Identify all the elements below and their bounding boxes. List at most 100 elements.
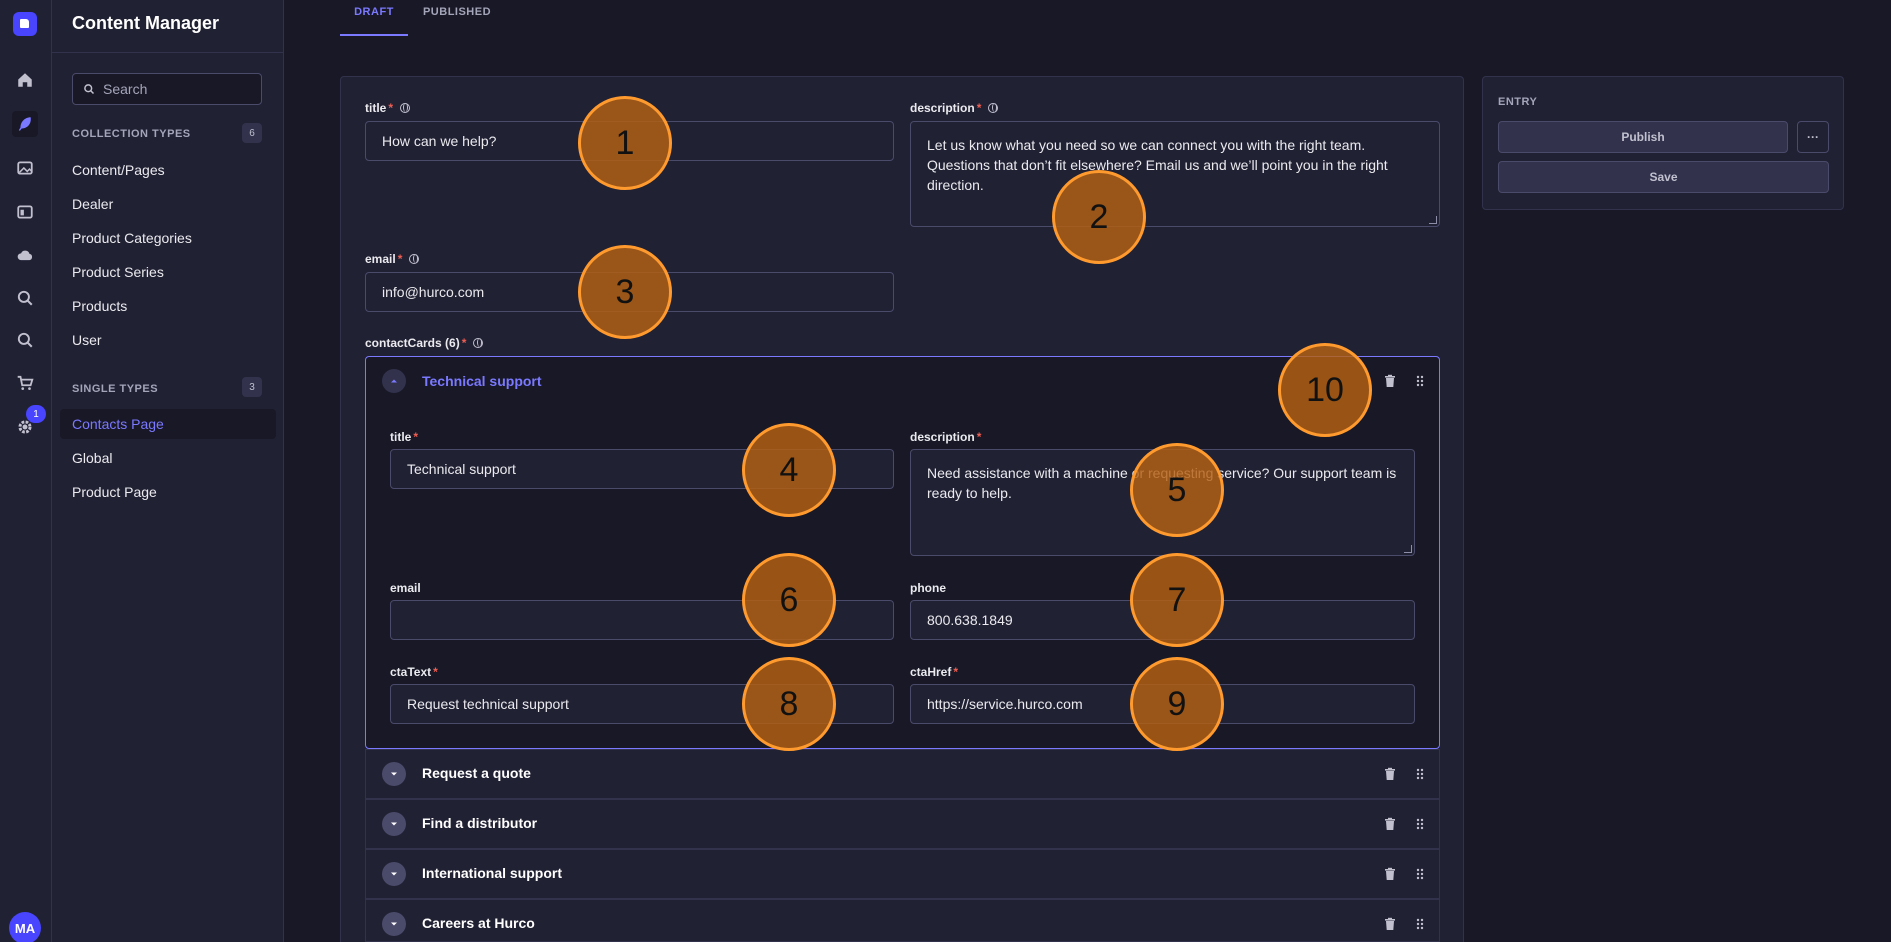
chevron-down-icon bbox=[391, 922, 397, 926]
sidebar-item-content-pages[interactable]: Content/Pages bbox=[60, 155, 276, 185]
card-phone-label: phone bbox=[910, 581, 946, 595]
required-mark: * bbox=[433, 665, 438, 679]
sidebar-item-dealer[interactable]: Dealer bbox=[60, 189, 276, 219]
sidebar-search[interactable] bbox=[72, 73, 262, 105]
sidebar-item-products[interactable]: Products bbox=[60, 291, 276, 321]
collection-types-count: 6 bbox=[242, 123, 262, 143]
globe-icon bbox=[400, 103, 411, 113]
description-label: description * bbox=[910, 101, 999, 115]
annotation-marker: 3 bbox=[578, 245, 672, 339]
card-cta-text-label: ctaText * bbox=[390, 665, 438, 679]
required-mark: * bbox=[397, 252, 403, 266]
annotation-marker: 1 bbox=[578, 96, 672, 190]
chevron-up-icon bbox=[391, 379, 397, 383]
drag-handle-icon[interactable] bbox=[1413, 374, 1427, 388]
globe-icon bbox=[409, 254, 420, 264]
expand-button[interactable] bbox=[382, 862, 406, 886]
settings-notification-badge: 1 bbox=[26, 405, 46, 423]
card-header-title[interactable]: International support bbox=[422, 865, 562, 881]
entry-panel: ENTRY Publish ··· Save bbox=[1482, 76, 1844, 210]
publish-button[interactable]: Publish bbox=[1498, 121, 1788, 153]
images-icon[interactable] bbox=[12, 155, 38, 181]
title-label: title * bbox=[365, 101, 411, 115]
required-mark: * bbox=[388, 101, 394, 115]
card-email-label: email bbox=[390, 581, 421, 595]
tab-published[interactable]: PUBLISHED bbox=[412, 0, 502, 36]
contact-card-collapsed[interactable]: Find a distributor bbox=[365, 799, 1440, 849]
cart-icon[interactable] bbox=[12, 370, 38, 396]
home-icon[interactable] bbox=[12, 67, 38, 93]
annotation-marker: 7 bbox=[1130, 553, 1224, 647]
search-icon[interactable] bbox=[12, 327, 38, 353]
card-cta-text-label-text: ctaText bbox=[390, 665, 432, 679]
email-label-text: email bbox=[365, 252, 396, 266]
annotation-marker: 8 bbox=[742, 657, 836, 751]
card-title-label-text: title bbox=[390, 430, 412, 444]
sidebar-search-input[interactable] bbox=[103, 81, 253, 97]
expand-button[interactable] bbox=[382, 912, 406, 936]
chevron-down-icon bbox=[391, 822, 397, 826]
drag-handle-icon[interactable] bbox=[1413, 867, 1427, 881]
contact-card-collapsed[interactable]: International support bbox=[365, 849, 1440, 899]
card-header-title[interactable]: Technical support bbox=[422, 373, 542, 389]
cloud-icon[interactable] bbox=[12, 242, 38, 268]
card-title-label: title * bbox=[390, 430, 418, 444]
expand-button[interactable] bbox=[382, 762, 406, 786]
trash-icon[interactable] bbox=[1383, 917, 1397, 931]
more-actions-button[interactable]: ··· bbox=[1797, 121, 1829, 153]
sidebar-item-user[interactable]: User bbox=[60, 325, 276, 355]
sidebar-divider bbox=[52, 52, 284, 53]
annotation-marker: 2 bbox=[1052, 170, 1146, 264]
sidebar-item-global[interactable]: Global bbox=[60, 443, 276, 473]
expand-button[interactable] bbox=[382, 812, 406, 836]
chevron-down-icon bbox=[391, 772, 397, 776]
drag-handle-icon[interactable] bbox=[1413, 917, 1427, 931]
trash-icon[interactable] bbox=[1383, 374, 1397, 388]
drag-handle-icon[interactable] bbox=[1413, 817, 1427, 831]
globe-icon bbox=[988, 103, 999, 113]
chevron-down-icon bbox=[391, 872, 397, 876]
resize-handle[interactable] bbox=[1404, 545, 1412, 553]
required-mark: * bbox=[953, 665, 959, 679]
collection-types-heading: COLLECTION TYPES bbox=[72, 128, 191, 140]
card-header-title[interactable]: Careers at Hurco bbox=[422, 915, 535, 931]
sidebar-title: Content Manager bbox=[72, 13, 220, 33]
sidebar-item-product-series[interactable]: Product Series bbox=[60, 257, 276, 287]
card-header-title[interactable]: Find a distributor bbox=[422, 815, 537, 831]
annotation-marker: 10 bbox=[1278, 343, 1372, 437]
email-label: email * bbox=[365, 252, 420, 266]
required-mark: * bbox=[976, 430, 982, 444]
contact-card-collapsed[interactable]: Careers at Hurco bbox=[365, 899, 1440, 942]
resize-handle[interactable] bbox=[1429, 216, 1437, 224]
main-nav-rail: 1 MA bbox=[0, 0, 52, 942]
strapi-logo-icon[interactable] bbox=[13, 12, 37, 36]
contact-card-collapsed[interactable]: Request a quote bbox=[365, 749, 1440, 799]
drag-handle-icon[interactable] bbox=[1413, 767, 1427, 781]
layout-icon[interactable] bbox=[12, 199, 38, 225]
content-manager-sidebar: Content Manager COLLECTION TYPES 6 Conte… bbox=[52, 0, 284, 942]
tab-draft[interactable]: DRAFT bbox=[340, 0, 408, 36]
contact-cards-label: contactCards (6) * bbox=[365, 336, 484, 350]
user-avatar[interactable]: MA bbox=[9, 912, 41, 942]
sidebar-item-contacts-page[interactable]: Contacts Page bbox=[60, 409, 276, 439]
single-types-heading: SINGLE TYPES bbox=[72, 383, 159, 395]
sidebar-item-product-categories[interactable]: Product Categories bbox=[60, 223, 276, 253]
trash-icon[interactable] bbox=[1383, 867, 1397, 881]
single-types-count: 3 bbox=[242, 377, 262, 397]
feather-icon[interactable] bbox=[12, 111, 38, 137]
required-mark: * bbox=[976, 101, 982, 115]
collapse-button[interactable] bbox=[382, 369, 406, 393]
description-textarea[interactable]: Let us know what you need so we can conn… bbox=[910, 121, 1440, 227]
annotation-marker: 5 bbox=[1130, 443, 1224, 537]
trash-icon[interactable] bbox=[1383, 767, 1397, 781]
trash-icon[interactable] bbox=[1383, 817, 1397, 831]
card-description-label-text: description bbox=[910, 430, 975, 444]
required-mark: * bbox=[413, 430, 419, 444]
description-label-text: description bbox=[910, 101, 975, 115]
save-button[interactable]: Save bbox=[1498, 161, 1829, 193]
card-email-label-text: email bbox=[390, 581, 421, 595]
search-icon[interactable] bbox=[12, 285, 38, 311]
search-icon bbox=[84, 84, 95, 95]
card-header-title[interactable]: Request a quote bbox=[422, 765, 531, 781]
sidebar-item-product-page[interactable]: Product Page bbox=[60, 477, 276, 507]
